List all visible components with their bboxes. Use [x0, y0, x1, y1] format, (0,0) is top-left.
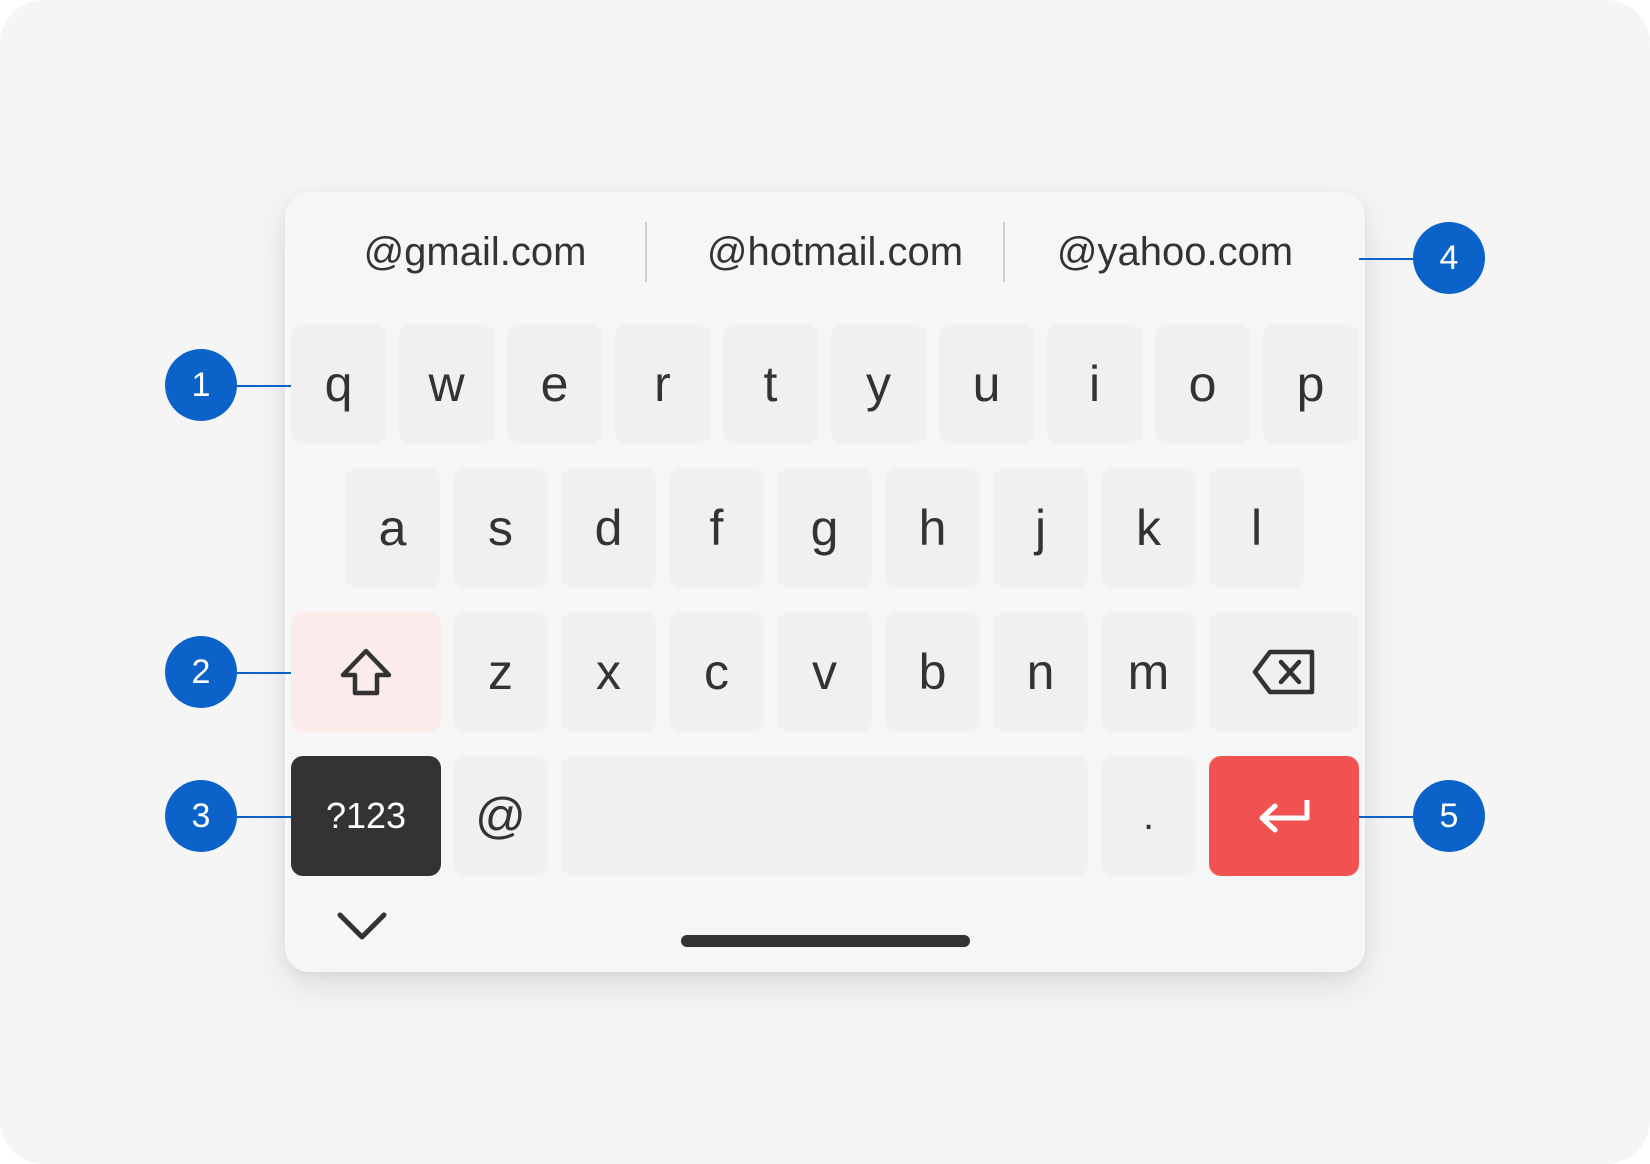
- key-f[interactable]: f: [669, 468, 764, 588]
- key-g[interactable]: g: [777, 468, 872, 588]
- key-j[interactable]: j: [993, 468, 1088, 588]
- chevron-down-icon: [337, 912, 387, 940]
- key-l[interactable]: l: [1209, 468, 1304, 588]
- key-period[interactable]: .: [1101, 756, 1196, 876]
- suggestion-divider: [1003, 222, 1005, 282]
- enter-return-icon: [1259, 800, 1310, 833]
- key-r[interactable]: r: [615, 324, 710, 444]
- suggestion-gmail[interactable]: @gmail.com: [325, 222, 625, 282]
- callout-badge-4: 4: [1413, 222, 1485, 294]
- callout-2-line: [236, 672, 291, 674]
- key-k[interactable]: k: [1101, 468, 1196, 588]
- key-c[interactable]: c: [669, 612, 764, 732]
- key-y[interactable]: y: [831, 324, 926, 444]
- key-u[interactable]: u: [939, 324, 1034, 444]
- home-indicator: [681, 935, 970, 947]
- key-at[interactable]: @: [453, 756, 548, 876]
- virtual-keyboard: @gmail.com @hotmail.com @yahoo.com q w e…: [285, 192, 1365, 972]
- suggestion-divider: [645, 222, 647, 282]
- key-v[interactable]: v: [777, 612, 872, 732]
- suggestion-strip: @gmail.com @hotmail.com @yahoo.com: [285, 222, 1365, 282]
- suggestion-hotmail[interactable]: @hotmail.com: [665, 222, 1005, 282]
- key-w[interactable]: w: [399, 324, 494, 444]
- callout-badge-3: 3: [165, 780, 237, 852]
- key-p[interactable]: p: [1263, 324, 1358, 444]
- symbols-key[interactable]: ?123: [291, 756, 441, 876]
- callout-badge-2: 2: [165, 636, 237, 708]
- space-key[interactable]: [561, 756, 1088, 876]
- shift-arrow-up-icon: [340, 648, 392, 696]
- key-q[interactable]: q: [291, 324, 386, 444]
- key-s[interactable]: s: [453, 468, 548, 588]
- key-h[interactable]: h: [885, 468, 980, 588]
- collapse-keyboard-button[interactable]: [332, 904, 392, 948]
- enter-key[interactable]: [1209, 756, 1359, 876]
- callout-badge-1: 1: [165, 349, 237, 421]
- key-e[interactable]: e: [507, 324, 602, 444]
- callout-4-line: [1359, 258, 1414, 260]
- suggestion-yahoo[interactable]: @yahoo.com: [1025, 222, 1325, 282]
- key-n[interactable]: n: [993, 612, 1088, 732]
- callout-3-line: [236, 816, 291, 818]
- key-z[interactable]: z: [453, 612, 548, 732]
- key-m[interactable]: m: [1101, 612, 1196, 732]
- shift-key[interactable]: [291, 612, 441, 732]
- backspace-icon: [1252, 649, 1315, 695]
- key-a[interactable]: a: [345, 468, 440, 588]
- key-t[interactable]: t: [723, 324, 818, 444]
- callout-5-line: [1359, 816, 1414, 818]
- key-b[interactable]: b: [885, 612, 980, 732]
- key-x[interactable]: x: [561, 612, 656, 732]
- backspace-key[interactable]: [1209, 612, 1359, 732]
- key-d[interactable]: d: [561, 468, 656, 588]
- key-o[interactable]: o: [1155, 324, 1250, 444]
- callout-badge-5: 5: [1413, 780, 1485, 852]
- callout-1-line: [236, 385, 291, 387]
- key-i[interactable]: i: [1047, 324, 1142, 444]
